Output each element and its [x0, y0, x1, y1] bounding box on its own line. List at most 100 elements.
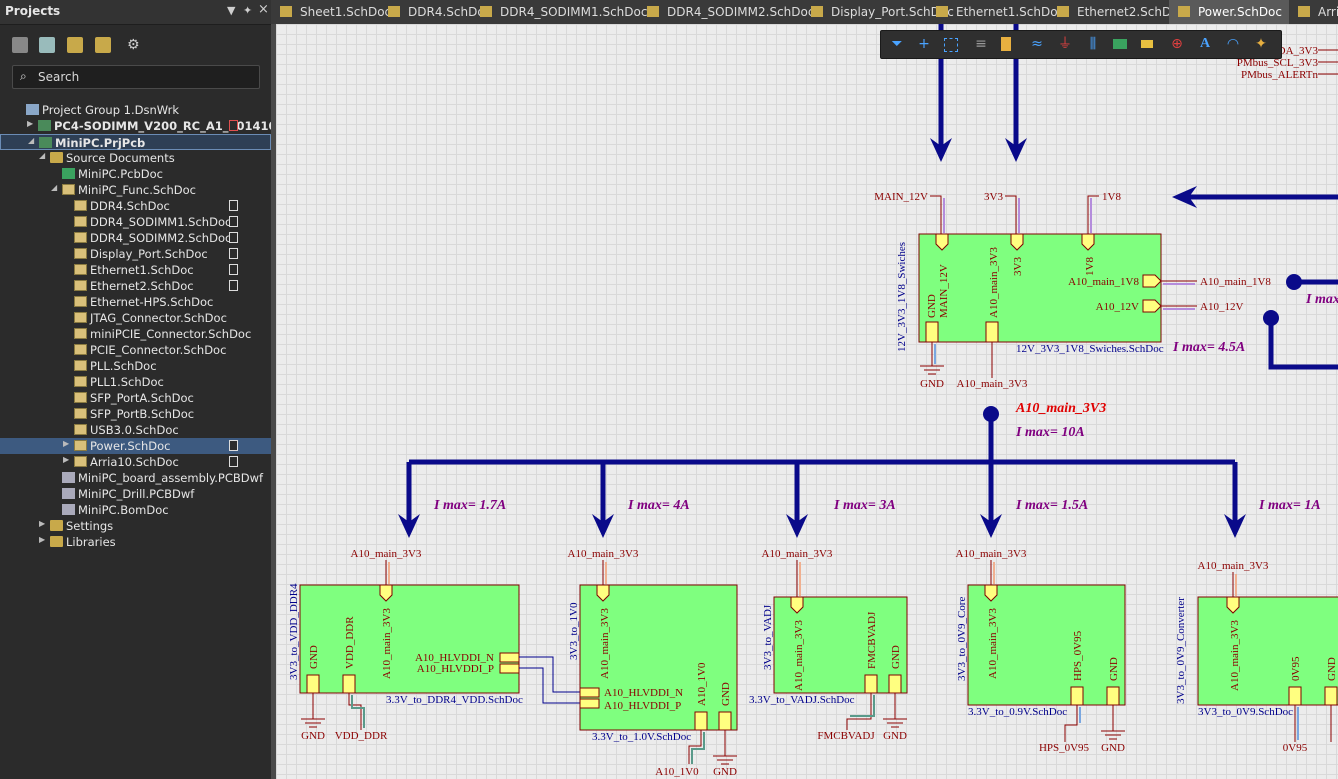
document-status-icon — [229, 264, 238, 275]
tree-item[interactable]: Display_Port.SchDoc — [0, 246, 271, 262]
tree-item-label: Ethernet1.SchDoc — [90, 263, 194, 277]
document-tab[interactable]: DDR4_SODIMM2.SchDoc — [638, 0, 814, 24]
tree-item[interactable]: SFP_PortA.SchDoc — [0, 390, 271, 406]
tree-item[interactable]: ◢ MiniPC_Func.SchDoc — [0, 182, 271, 198]
expand-arrow-icon[interactable]: ▶ — [27, 119, 33, 128]
net-a10-main-1v8: A10_main_1V8 — [1200, 276, 1271, 288]
open-folder-icon[interactable] — [67, 37, 83, 53]
tree-item-label: miniPCIE_Connector.SchDoc — [90, 327, 252, 341]
filter-icon[interactable]: ⏷ — [889, 36, 905, 52]
svg-text:3V3_to_VADJ: 3V3_to_VADJ — [762, 604, 774, 670]
imax-main-label: I max= 4.5A — [1172, 340, 1245, 355]
no-erc-icon[interactable]: ⊕ — [1169, 36, 1185, 52]
tree-item[interactable]: DDR4_SODIMM1.SchDoc — [0, 214, 271, 230]
port-icon[interactable] — [1141, 40, 1153, 48]
document-tab[interactable]: Display_Port.SchDoc — [802, 0, 954, 24]
net-1v8: 1V8 — [1102, 191, 1121, 203]
part-icon[interactable] — [1001, 37, 1011, 51]
power-port-icon[interactable]: ⏚ — [1057, 36, 1073, 52]
tree-item-label: MiniPC_board_assembly.PCBDwf — [78, 471, 264, 485]
select-area-icon[interactable] — [944, 38, 958, 52]
pin-icon[interactable]: ✦ — [243, 4, 252, 17]
tree-item[interactable]: Project Group 1.DsnWrk — [0, 102, 271, 118]
document-tab[interactable]: Ethernet2.SchDoc — [1048, 0, 1185, 24]
document-tab[interactable]: DDR4_SODIMM1.SchDoc — [471, 0, 647, 24]
expand-arrow-icon[interactable]: ◢ — [51, 183, 57, 192]
align-icon[interactable]: ≡ — [973, 36, 989, 52]
svg-text:A10_main_3V3: A10_main_3V3 — [1198, 560, 1269, 572]
tree-item[interactable]: miniPCIE_Connector.SchDoc — [0, 326, 271, 342]
move-icon[interactable]: + — [916, 36, 932, 52]
expand-arrow-icon[interactable]: ▶ — [39, 519, 45, 528]
tree-item[interactable]: PCIE_Connector.SchDoc — [0, 342, 271, 358]
block-ddr4: A10_main_3V3 A10_main_3V3 GND VDD_DDR A1… — [288, 548, 580, 742]
schematic-icon — [74, 344, 87, 355]
svg-text:VDD_DDR: VDD_DDR — [344, 616, 356, 669]
tree-item[interactable]: MiniPC_board_assembly.PCBDwf — [0, 470, 271, 486]
tree-item[interactable]: MiniPC_Drill.PCBDwf — [0, 486, 271, 502]
schematic-icon — [1298, 6, 1310, 17]
copy-icon[interactable] — [39, 37, 55, 53]
svg-text:0V95: 0V95 — [1290, 656, 1302, 681]
pin-a10-main-1v8: A10_main_1V8 — [1068, 276, 1139, 288]
tree-item[interactable]: ◢ Source Documents — [0, 150, 271, 166]
tree-item[interactable]: ▶ Power.SchDoc — [0, 438, 271, 454]
schematic-drawing: DA_3V3 PMbus_SCL_3V3 PMbus_ALERTn I max — [288, 24, 1338, 778]
expand-arrow-icon[interactable]: ◢ — [39, 151, 45, 160]
bom-icon — [62, 504, 75, 515]
schematic-canvas[interactable]: DA_3V3 PMbus_SCL_3V3 PMbus_ALERTn I max — [276, 24, 1338, 779]
folder-settings-icon[interactable] — [95, 37, 111, 53]
tree-item[interactable]: ▶ PC4-SODIMM_V200_RC_A1_201410 — [0, 118, 277, 134]
expand-arrow-icon[interactable]: ▶ — [63, 439, 69, 448]
gear-icon[interactable]: ⚙ — [127, 37, 143, 53]
tree-item[interactable]: MiniPC.PcbDoc — [0, 166, 271, 182]
schematic-icon — [280, 6, 292, 17]
port-da-3v3: DA_3V3 — [1278, 45, 1319, 57]
svg-text:GND: GND — [883, 730, 907, 742]
tree-item[interactable]: SFP_PortB.SchDoc — [0, 406, 271, 422]
expand-arrow-icon[interactable]: ▶ — [39, 535, 45, 544]
save-icon[interactable] — [12, 37, 28, 53]
expand-arrow-icon[interactable]: ▶ — [63, 455, 69, 464]
tree-item[interactable]: Ethernet1.SchDoc — [0, 262, 271, 278]
tree-item[interactable]: JTAG_Connector.SchDoc — [0, 310, 271, 326]
tree-item[interactable]: ▶ Settings — [0, 518, 271, 534]
document-tab[interactable]: Ethernet1.SchDoc — [927, 0, 1064, 24]
tree-item[interactable]: DDR4_SODIMM2.SchDoc — [0, 230, 271, 246]
document-tab[interactable]: Sheet1.SchDoc — [271, 0, 391, 24]
harness-icon[interactable]: ✦ — [1253, 36, 1269, 52]
text-icon[interactable]: A — [1197, 36, 1213, 52]
tree-item[interactable]: PLL.SchDoc — [0, 358, 271, 374]
tree-item-label: USB3.0.SchDoc — [90, 423, 179, 437]
document-status-icon — [229, 216, 238, 227]
panel-menu-icon[interactable]: ▼ — [227, 4, 235, 17]
tree-item[interactable]: ◢ MiniPC.PrjPcb — [0, 134, 271, 150]
sheet-symbol-icon[interactable] — [1113, 39, 1127, 49]
svg-text:A10_main_3V3: A10_main_3V3 — [351, 548, 422, 560]
expand-arrow-icon[interactable]: ◢ — [28, 136, 34, 145]
tree-item[interactable]: DDR4.SchDoc — [0, 198, 271, 214]
schematic-icon — [74, 296, 87, 307]
search-input[interactable]: ⌕ Search — [12, 65, 260, 89]
schematic-icon — [480, 6, 492, 17]
search-placeholder: Search — [38, 70, 80, 84]
tree-item[interactable]: Ethernet2.SchDoc — [0, 278, 271, 294]
bus-icon[interactable]: ⫼ — [1085, 36, 1101, 52]
tree-item[interactable]: Ethernet-HPS.SchDoc — [0, 294, 271, 310]
document-tab[interactable]: Power.SchDoc — [1169, 0, 1289, 24]
main-gnd-label: GND — [920, 378, 944, 390]
wire-icon[interactable]: ≈ — [1029, 36, 1045, 52]
close-icon[interactable]: × — [258, 2, 269, 17]
imax-vadj: I max= 3A — [833, 498, 896, 513]
schematic-icon — [74, 248, 87, 259]
tree-item[interactable]: ▶ Libraries — [0, 534, 271, 550]
tree-item[interactable]: USB3.0.SchDoc — [0, 422, 271, 438]
tree-item-label: DDR4.SchDoc — [90, 199, 170, 213]
arc-icon[interactable]: ◠ — [1225, 36, 1241, 52]
document-tab[interactable]: DDR4.SchDoc — [379, 0, 491, 24]
tree-item[interactable]: ▶ Arria10.SchDoc — [0, 454, 271, 470]
schematic-icon — [936, 6, 948, 17]
tree-item[interactable]: MiniPC.BomDoc — [0, 502, 271, 518]
tree-item[interactable]: PLL1.SchDoc — [0, 374, 271, 390]
document-tab[interactable]: Arria10.SchDoc — [1289, 0, 1338, 24]
